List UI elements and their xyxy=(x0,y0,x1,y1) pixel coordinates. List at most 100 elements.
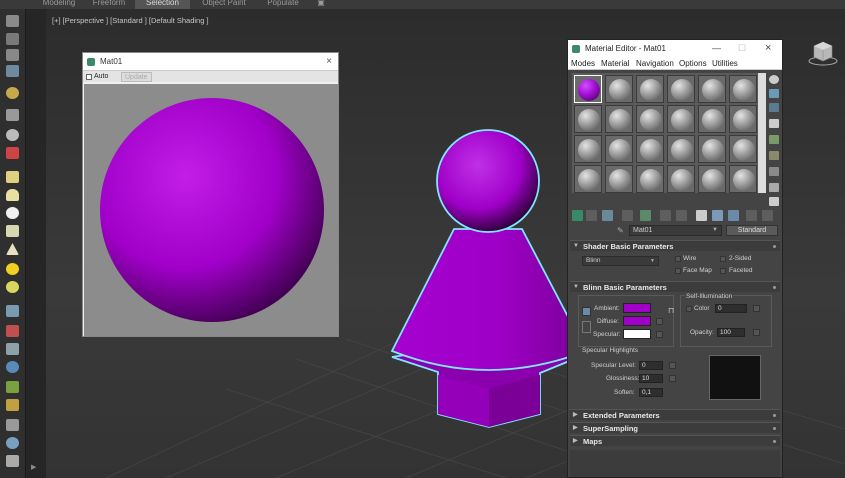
menu-utilities[interactable]: Utilities xyxy=(712,57,738,70)
video-check-icon[interactable] xyxy=(769,135,779,144)
material-name-field[interactable]: Mat01 ▼ xyxy=(629,225,722,236)
put-to-scene-icon[interactable] xyxy=(586,210,597,221)
lock-ambient-diffuse-icon[interactable] xyxy=(582,307,591,316)
material-sample-slot[interactable] xyxy=(636,165,664,193)
material-sample-slot[interactable] xyxy=(574,165,602,193)
extra-tool-icon[interactable] xyxy=(6,419,19,431)
assign-material-icon[interactable] xyxy=(602,210,613,221)
box-primitive-icon[interactable] xyxy=(6,171,19,183)
get-material-icon[interactable] xyxy=(572,210,583,221)
layer-tool-icon[interactable] xyxy=(6,49,19,61)
material-sample-slot[interactable] xyxy=(574,135,602,163)
glossiness-map-button[interactable] xyxy=(669,375,676,382)
scene-explorer-icon[interactable] xyxy=(6,65,19,77)
rollout-extended-parameters[interactable]: ▶ Extended Parameters xyxy=(570,409,780,420)
soften-spinner[interactable]: 0,1 xyxy=(639,388,663,397)
material-sample-slot[interactable] xyxy=(636,105,664,133)
eyedropper-icon[interactable]: ✎ xyxy=(617,226,624,235)
rollout-blinn-basic[interactable]: ▼ Blinn Basic Parameters xyxy=(570,281,780,292)
tab-modeling[interactable]: Modeling xyxy=(36,0,82,9)
motion-tool-icon[interactable] xyxy=(6,361,19,373)
put-to-library-icon[interactable] xyxy=(660,210,671,221)
material-navigator-icon[interactable] xyxy=(769,197,779,206)
paint-tool-icon[interactable] xyxy=(6,325,19,337)
menu-modes[interactable]: Modes xyxy=(571,57,595,70)
material-sample-slot[interactable] xyxy=(605,165,633,193)
maximize-icon[interactable]: ☐ xyxy=(738,40,746,57)
menu-options[interactable]: Options xyxy=(679,57,707,70)
face-map-checkbox[interactable] xyxy=(675,268,681,274)
list-tool-icon[interactable] xyxy=(6,33,19,45)
utilities-tool-icon[interactable] xyxy=(6,399,19,411)
viewport-label[interactable]: [+] [Perspective ] [Standard ] [Default … xyxy=(52,16,209,25)
material-sample-slot[interactable] xyxy=(605,75,633,103)
material-sample-slot[interactable] xyxy=(636,135,664,163)
material-sample-slot[interactable] xyxy=(667,165,695,193)
show-end-result-icon[interactable] xyxy=(712,210,723,221)
tab-object-paint[interactable]: Object Paint xyxy=(196,0,252,9)
globe-tool-icon[interactable] xyxy=(6,437,19,449)
material-type-button[interactable]: Standard xyxy=(726,225,778,236)
material-preview-window[interactable]: Mat01 × Auto Update xyxy=(82,52,339,337)
make-preview-icon[interactable] xyxy=(769,151,779,160)
reset-material-icon[interactable] xyxy=(622,210,633,221)
minimize-icon[interactable]: — xyxy=(712,40,721,57)
ribbon-options-icon[interactable]: ▣ xyxy=(313,0,329,9)
close-icon[interactable]: × xyxy=(326,53,332,70)
show-map-icon[interactable] xyxy=(696,210,707,221)
material-sample-slot[interactable] xyxy=(698,135,726,163)
material-sample-slot[interactable] xyxy=(574,75,602,103)
backlight-icon[interactable] xyxy=(769,89,779,98)
update-button[interactable]: Update xyxy=(121,72,152,82)
opacity-spinner[interactable]: 100 xyxy=(717,328,745,337)
dome-primitive-icon[interactable] xyxy=(6,189,19,201)
light-tool-icon[interactable] xyxy=(6,87,19,99)
viewcube-icon[interactable] xyxy=(808,37,838,67)
close-icon[interactable]: × xyxy=(765,40,771,57)
tab-freeform[interactable]: Freeform xyxy=(88,0,130,9)
sample-type-icon[interactable] xyxy=(769,75,779,84)
go-to-parent-icon[interactable] xyxy=(728,210,739,221)
modifier-tool-icon[interactable] xyxy=(6,305,19,317)
material-editor-window[interactable]: Material Editor - Mat01 — ☐ × Modes Mate… xyxy=(567,39,783,478)
uv-tiling-icon[interactable] xyxy=(769,119,779,128)
opacity-map-button[interactable] xyxy=(753,329,760,336)
material-sample-slot[interactable] xyxy=(605,105,633,133)
rollout-supersampling[interactable]: ▶ SuperSampling xyxy=(570,422,780,433)
wire-checkbox[interactable] xyxy=(675,256,681,262)
slots-scrollbar[interactable] xyxy=(758,73,766,193)
menu-navigation[interactable]: Navigation xyxy=(636,57,674,70)
material-sample-slot[interactable] xyxy=(729,75,757,103)
camera-tool-icon[interactable] xyxy=(6,109,19,121)
menu-material[interactable]: Material xyxy=(601,57,629,70)
rollout-maps[interactable]: ▶ Maps xyxy=(570,435,780,446)
glossiness-spinner[interactable]: 10 xyxy=(639,374,663,383)
material-id-icon[interactable] xyxy=(676,210,687,221)
diffuse-map-button[interactable] xyxy=(656,318,663,325)
select-by-material-icon[interactable] xyxy=(769,183,779,192)
material-sample-slot[interactable] xyxy=(698,165,726,193)
shader-dropdown[interactable]: Blinn ▼ xyxy=(582,256,659,266)
expand-arrow-icon[interactable]: ▶ xyxy=(31,463,36,471)
spacewarp-tool-icon[interactable] xyxy=(6,147,19,159)
auto-checkbox[interactable] xyxy=(86,74,92,80)
display-tool-icon[interactable] xyxy=(6,381,19,393)
material-sample-slot[interactable] xyxy=(729,165,757,193)
material-sample-slot[interactable] xyxy=(667,75,695,103)
material-sample-slot[interactable] xyxy=(605,135,633,163)
self-illum-color-checkbox[interactable] xyxy=(686,306,692,312)
self-illum-map-button[interactable] xyxy=(753,305,760,312)
material-sample-slot[interactable] xyxy=(729,105,757,133)
material-sample-slot[interactable] xyxy=(698,75,726,103)
specular-map-button[interactable] xyxy=(656,331,663,338)
sphere-primitive-icon[interactable] xyxy=(6,207,19,219)
ambient-swatch[interactable] xyxy=(623,303,651,313)
specular-level-map-button[interactable] xyxy=(669,362,676,369)
options-icon[interactable] xyxy=(769,167,779,176)
faceted-checkbox[interactable] xyxy=(720,268,726,274)
lock-icon[interactable]: ⊓ xyxy=(668,306,674,315)
pick-material-icon[interactable] xyxy=(762,210,773,221)
select-tool-icon[interactable] xyxy=(6,15,19,27)
background-icon[interactable] xyxy=(769,103,779,112)
material-sample-slot[interactable] xyxy=(729,135,757,163)
